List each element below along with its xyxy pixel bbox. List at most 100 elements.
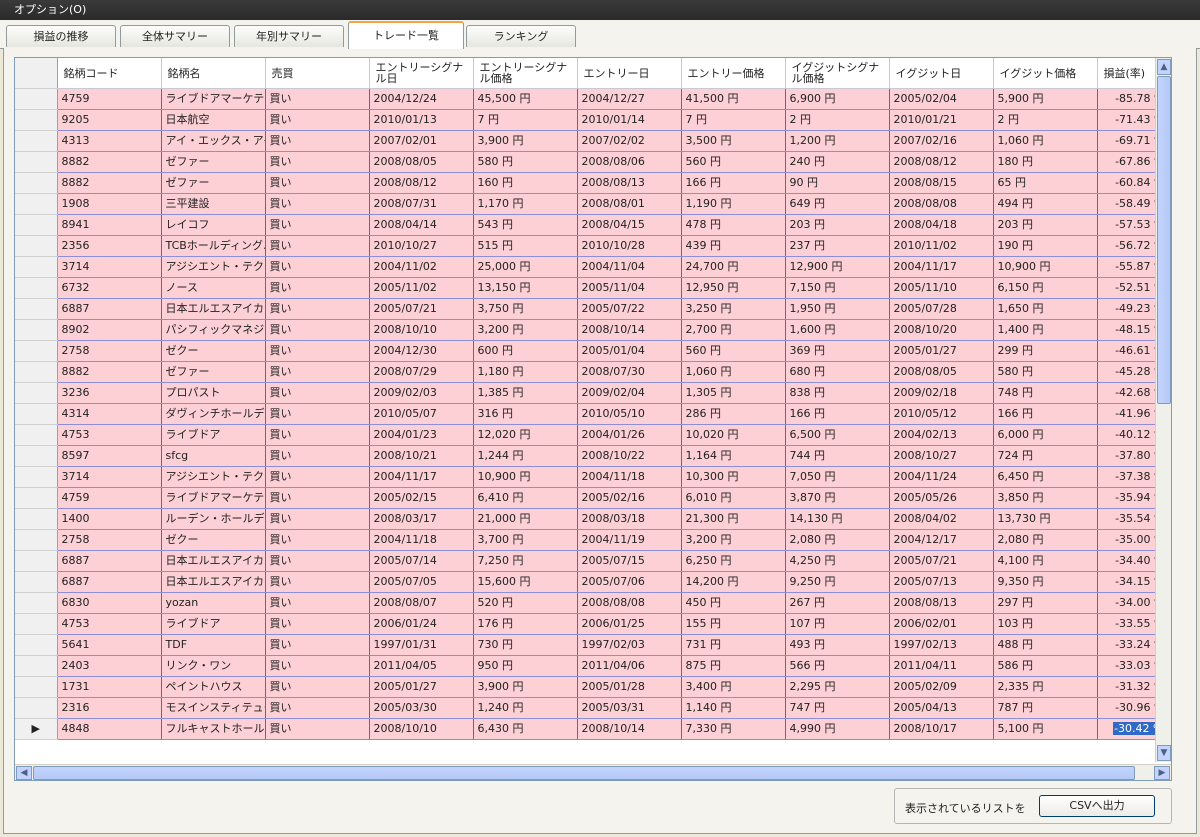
table-cell[interactable]: 1,385 円	[473, 382, 578, 404]
row-header[interactable]	[15, 277, 58, 299]
table-cell[interactable]: 2005/02/04	[889, 88, 994, 110]
table-row[interactable]: 8882 ゼファー 買い 2008/08/05 580 円 2008/08/06 560 円…	[15, 151, 1170, 173]
table-cell[interactable]: 3,750 円	[473, 298, 578, 320]
table-cell[interactable]: 299 円	[993, 340, 1098, 362]
table-cell[interactable]: 2008/03/17	[369, 508, 474, 530]
table-cell[interactable]: 2008/07/31	[369, 193, 474, 215]
table-cell[interactable]: 65 円	[993, 172, 1098, 194]
table-cell[interactable]: 1,180 円	[473, 361, 578, 383]
table-cell[interactable]: 買い	[265, 634, 370, 656]
table-cell[interactable]: 2010/01/14	[577, 109, 682, 131]
table-cell[interactable]: 買い	[265, 676, 370, 698]
table-cell[interactable]: 6,500 円	[785, 424, 890, 446]
table-cell[interactable]: 240 円	[785, 151, 890, 173]
table-cell[interactable]: 2004/12/30	[369, 340, 474, 362]
table-cell[interactable]: 買い	[265, 613, 370, 635]
table-cell[interactable]: 25,000 円	[473, 256, 578, 278]
table-cell[interactable]: 買い	[265, 445, 370, 467]
table-cell[interactable]: 2004/11/19	[577, 529, 682, 551]
table-cell[interactable]: 買い	[265, 550, 370, 572]
table-cell[interactable]: 297 円	[993, 592, 1098, 614]
table-cell[interactable]: 4753	[57, 613, 162, 635]
table-cell[interactable]: 4,990 円	[785, 718, 890, 740]
table-cell[interactable]: 2010/05/07	[369, 403, 474, 425]
table-cell[interactable]: 237 円	[785, 235, 890, 257]
table-cell[interactable]: 1,170 円	[473, 193, 578, 215]
table-cell[interactable]: 1,200 円	[785, 130, 890, 152]
table-cell[interactable]: 2008/10/22	[577, 445, 682, 467]
table-cell[interactable]: モスインスティテュー…	[161, 697, 266, 719]
table-cell[interactable]: 4,100 円	[993, 550, 1098, 572]
col-header-side[interactable]: 売買	[265, 58, 370, 89]
table-cell[interactable]: 41,500 円	[681, 88, 786, 110]
table-cell[interactable]: 買い	[265, 319, 370, 341]
row-header[interactable]	[15, 403, 58, 425]
table-cell[interactable]: 1,060 円	[993, 130, 1098, 152]
table-cell[interactable]: 520 円	[473, 592, 578, 614]
table-cell[interactable]: 買い	[265, 193, 370, 215]
table-cell[interactable]: 6,410 円	[473, 487, 578, 509]
row-header[interactable]	[15, 88, 58, 110]
table-cell[interactable]: 2005/07/05	[369, 571, 474, 593]
table-cell[interactable]: 2004/02/13	[889, 424, 994, 446]
table-cell[interactable]: 166 円	[785, 403, 890, 425]
table-cell[interactable]: 4759	[57, 487, 162, 509]
table-cell[interactable]: 2403	[57, 655, 162, 677]
table-cell[interactable]: ルーデン・ホールデ…	[161, 508, 266, 530]
table-cell[interactable]: 2005/11/04	[577, 277, 682, 299]
table-cell[interactable]: 190 円	[993, 235, 1098, 257]
table-cell[interactable]: 3236	[57, 382, 162, 404]
table-cell[interactable]: 3,700 円	[473, 529, 578, 551]
table-cell[interactable]: 8941	[57, 214, 162, 236]
table-row[interactable]: 4313 アイ・エックス・アイ 買い 2007/02/01 3,900 円 2007/02…	[15, 130, 1170, 152]
table-cell[interactable]: 6,450 円	[993, 466, 1098, 488]
row-header[interactable]	[15, 655, 58, 677]
table-cell[interactable]: 649 円	[785, 193, 890, 215]
table-cell[interactable]: 12,900 円	[785, 256, 890, 278]
table-cell[interactable]: sfcg	[161, 445, 266, 467]
table-cell[interactable]: 2008/08/13	[889, 592, 994, 614]
row-header[interactable]	[15, 235, 58, 257]
col-header-entry-date[interactable]: エントリー日	[577, 58, 682, 89]
table-row[interactable]: 1908 三平建設 買い 2008/07/31 1,170 円 2008/08/01 1,1…	[15, 193, 1170, 215]
table-row[interactable]: 5641 TDF 買い 1997/01/31 730 円 1997/02/03 731 円4…	[15, 634, 1170, 656]
table-cell[interactable]: ゼファー	[161, 361, 266, 383]
table-cell[interactable]: ライブドアマーケティ…	[161, 88, 266, 110]
table-cell[interactable]: 2356	[57, 235, 162, 257]
table-cell[interactable]: 45,500 円	[473, 88, 578, 110]
table-row[interactable]: 2316モスインスティテュー…買い2005/03/301,240 円2005/0…	[15, 697, 1170, 719]
row-header[interactable]	[15, 382, 58, 404]
table-cell[interactable]: 2,700 円	[681, 319, 786, 341]
table-cell[interactable]: 12,950 円	[681, 277, 786, 299]
table-cell[interactable]: 744 円	[785, 445, 890, 467]
table-cell[interactable]: TCBホールディング…	[161, 235, 266, 257]
col-header-exit-signal-price[interactable]: イグジットシグナル価格	[785, 58, 890, 89]
scroll-right-button[interactable]: ▶	[1154, 766, 1170, 780]
table-cell[interactable]: 2758	[57, 529, 162, 551]
table-cell[interactable]: 2004/11/17	[889, 256, 994, 278]
row-header[interactable]	[15, 424, 58, 446]
table-cell[interactable]: 買い	[265, 382, 370, 404]
table-cell[interactable]: 2007/02/16	[889, 130, 994, 152]
table-cell[interactable]: 2006/02/01	[889, 613, 994, 635]
row-header[interactable]	[15, 109, 58, 131]
table-cell[interactable]: 6732	[57, 277, 162, 299]
table-cell[interactable]: 2008/10/27	[889, 445, 994, 467]
table-row[interactable]: 8941 レイコフ 買い 2008/04/14 543 円 2008/04/15 478 円…	[15, 214, 1170, 236]
table-cell[interactable]: 369 円	[785, 340, 890, 362]
table-cell[interactable]: 286 円	[681, 403, 786, 425]
table-cell[interactable]: 4848	[57, 718, 162, 740]
table-cell[interactable]: 7,250 円	[473, 550, 578, 572]
table-cell[interactable]: 8882	[57, 172, 162, 194]
table-cell[interactable]: 2010/10/27	[369, 235, 474, 257]
table-cell[interactable]: 731 円	[681, 634, 786, 656]
table-cell[interactable]: 買い	[265, 718, 370, 740]
tab-overall-summary[interactable]: 全体サマリー	[120, 25, 230, 47]
table-cell[interactable]: パシフィックマネジメ…	[161, 319, 266, 341]
row-header[interactable]	[15, 256, 58, 278]
table-row[interactable]: 1400 ルーデン・ホールデ… 買い 2008/03/17 21,000 円 2008/0…	[15, 508, 1170, 530]
table-cell[interactable]: 2008/10/14	[577, 718, 682, 740]
table-cell[interactable]: 6887	[57, 550, 162, 572]
table-cell[interactable]: 2005/01/28	[577, 676, 682, 698]
table-cell[interactable]: アジシエント・テクノ…	[161, 256, 266, 278]
